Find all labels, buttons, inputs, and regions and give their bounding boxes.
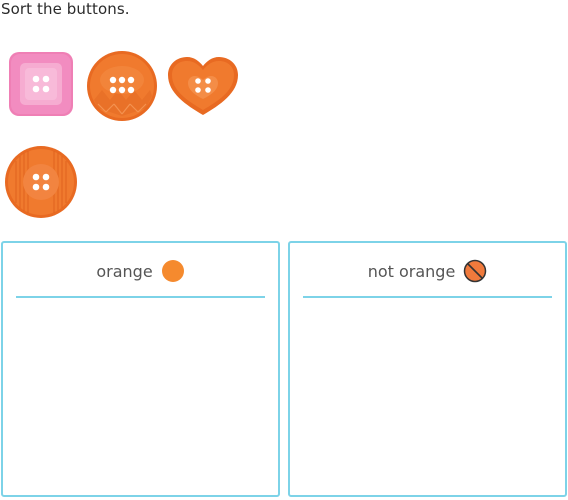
orange-round-four-hole-button[interactable] <box>4 145 78 219</box>
orange-bin-header: orange <box>3 259 278 283</box>
orange-bin-label: orange <box>96 261 153 281</box>
prompt-text: Sort the buttons. <box>1 0 130 18</box>
not-orange-bin-label: not orange <box>367 261 456 281</box>
not-orange-bin-divider <box>303 296 552 298</box>
not-orange-bin-header: not orange <box>290 259 565 283</box>
orange-circle-icon <box>161 260 184 282</box>
pink-square-button[interactable] <box>8 51 74 117</box>
orange-drop-zone[interactable]: orange <box>1 241 280 497</box>
orange-heart-button[interactable] <box>166 55 240 117</box>
not-orange-drop-zone[interactable]: not orange <box>288 241 567 497</box>
orange-bin-divider <box>16 296 265 298</box>
not-orange-icon <box>464 259 487 283</box>
orange-round-six-hole-button[interactable] <box>86 50 158 122</box>
